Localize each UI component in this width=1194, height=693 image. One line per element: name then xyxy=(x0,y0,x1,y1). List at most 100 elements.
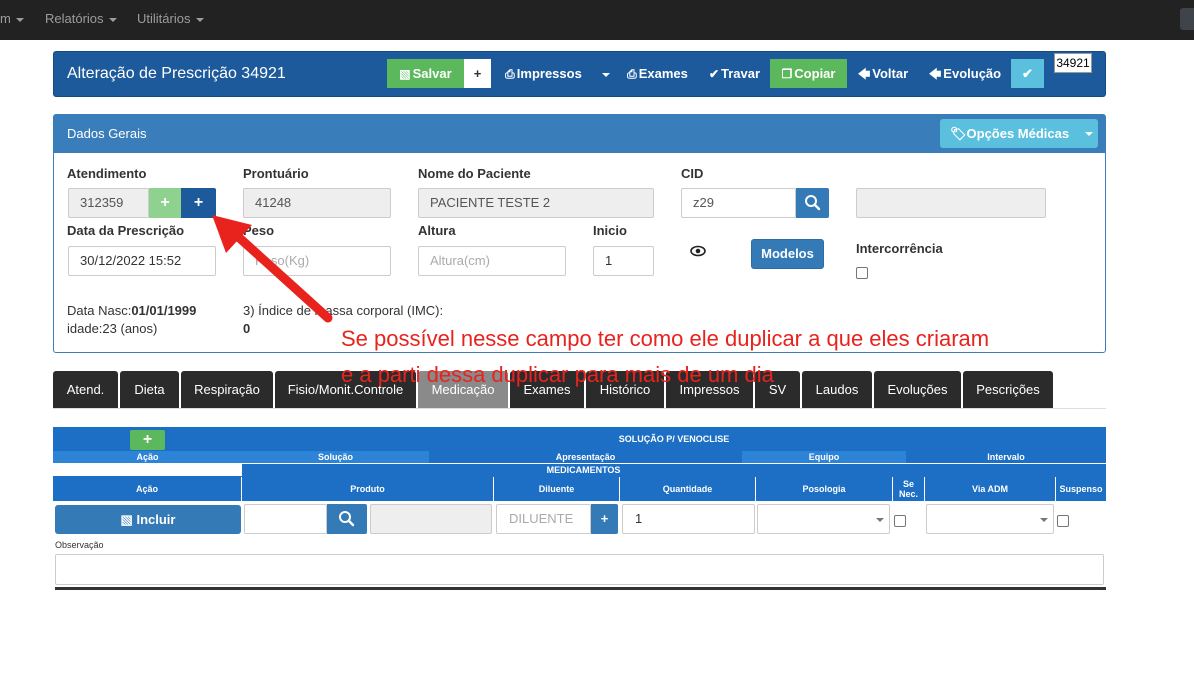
atendimento-label: Atendimento xyxy=(67,166,147,181)
nav-menu-first[interactable]: m xyxy=(0,11,25,26)
solucao-acao-label: Ação xyxy=(53,451,242,463)
col-acao: Ação xyxy=(53,477,242,501)
travar-button[interactable]: ✔ Travar xyxy=(699,59,770,88)
add-solucao-button[interactable]: + xyxy=(130,430,165,450)
col-diluente: Diluente xyxy=(494,477,620,501)
via-adm-select[interactable] xyxy=(926,504,1054,534)
tab-laudos[interactable]: Laudos xyxy=(802,371,872,408)
copiar-button[interactable]: ❐ Copiar xyxy=(770,59,847,88)
chevron-down-icon xyxy=(1040,518,1048,522)
altura-field[interactable]: Altura(cm) xyxy=(418,246,566,276)
diluente-add-button[interactable]: + xyxy=(591,504,618,534)
arrow-left-icon: 🡄 xyxy=(928,67,942,81)
exames-button[interactable]: ⎙ Exames xyxy=(616,59,699,88)
plus-icon: + xyxy=(600,511,609,526)
paciente-field[interactable]: PACIENTE TESTE 2 xyxy=(418,188,654,218)
arrow-left-icon: 🡄 xyxy=(857,67,871,81)
prescription-header: Alteração de Prescrição 34921 ▧ Salvar + … xyxy=(53,51,1106,97)
observacao-label: Observação xyxy=(55,540,104,550)
data-prescricao-label: Data da Prescrição xyxy=(67,223,185,238)
cid-field[interactable]: z29 xyxy=(681,188,796,218)
eye-icon-shape xyxy=(690,245,706,257)
navbar-user-button[interactable] xyxy=(1180,8,1194,30)
prescription-number-badge: 34921 xyxy=(1054,53,1092,73)
col-se-nec-line2: Nec. xyxy=(898,489,918,499)
evolucao-button-label: Evolução xyxy=(943,66,1002,81)
save-icon: ▧ xyxy=(120,512,133,527)
quantidade-field[interactable]: 1 xyxy=(622,504,755,534)
print-icon: ⎙ xyxy=(627,67,637,81)
observacao-field[interactable] xyxy=(55,554,1104,585)
chevron-down-icon xyxy=(876,518,884,522)
nav-menu-relatorios-label: Relatórios xyxy=(45,11,104,26)
produto-field[interactable] xyxy=(244,504,327,534)
exames-button-label: Exames xyxy=(638,66,688,81)
tab-respiracao[interactable]: Respiração xyxy=(181,371,273,408)
cid-search-button[interactable] xyxy=(796,188,829,218)
cid-description-field[interactable] xyxy=(856,188,1046,218)
tab-evolucoes[interactable]: Evoluções xyxy=(874,371,961,408)
se-nec-checkbox[interactable] xyxy=(894,515,906,527)
check-icon: ✔ xyxy=(708,67,719,81)
panel-header: Dados Gerais 🏷Opções Médicas xyxy=(54,115,1105,153)
intercorrencia-label: Intercorrência xyxy=(856,241,943,256)
check-icon: ✔ xyxy=(1022,66,1033,81)
impressos-button-label: Impressos xyxy=(516,66,582,81)
search-icon xyxy=(339,511,355,527)
annotation-line-1: Se possível nesse campo ter como ele dup… xyxy=(341,326,990,351)
intercorrencia-checkbox[interactable] xyxy=(856,267,868,279)
altura-label: Altura xyxy=(418,223,456,238)
evolucao-button[interactable]: 🡄 Evolução xyxy=(919,59,1011,88)
confirm-button[interactable]: ✔ xyxy=(1011,59,1044,88)
nav-menu-utilitarios-label: Utilitários xyxy=(137,11,191,26)
col-suspenso: Suspenso xyxy=(1056,477,1106,501)
paciente-label: Nome do Paciente xyxy=(418,166,531,181)
page-title: Alteração de Prescrição 34921 xyxy=(67,65,286,82)
search-icon xyxy=(805,195,821,211)
posologia-select[interactable] xyxy=(757,504,890,534)
data-nasc-label: Data Nasc: xyxy=(67,303,132,318)
inicio-field[interactable]: 1 xyxy=(593,246,654,276)
prontuario-label: Prontuário xyxy=(243,166,309,181)
tag-icon: 🏷 xyxy=(950,126,967,141)
chevron-down-icon xyxy=(1085,132,1093,136)
produto-description-field[interactable] xyxy=(370,504,492,534)
diluente-field[interactable]: DILUENTE xyxy=(496,504,591,534)
voltar-button[interactable]: 🡄 Voltar xyxy=(847,59,919,88)
col-se-nec: Se Nec. xyxy=(893,477,925,501)
col-via-adm: Via ADM xyxy=(925,477,1056,501)
save-button[interactable]: ▧ Salvar xyxy=(387,59,464,88)
atendimento-field[interactable]: 312359 xyxy=(68,188,149,218)
suspenso-checkbox[interactable] xyxy=(1057,515,1069,527)
nav-menu-first-label: m xyxy=(0,11,11,26)
solucao-venoclise-header: SOLUÇÃO P/ VENOCLISE xyxy=(242,427,1106,451)
nav-menu-utilitarios[interactable]: Utilitários xyxy=(137,11,205,26)
add-atendimento-button[interactable]: + xyxy=(149,188,181,218)
add-button[interactable]: + xyxy=(464,59,491,88)
data-prescricao-field[interactable]: 30/12/2022 15:52 xyxy=(68,246,216,276)
inicio-label: Inicio xyxy=(593,223,627,238)
tab-prescricoes[interactable]: Pescrições xyxy=(963,371,1053,408)
top-navbar: m Relatórios Utilitários xyxy=(0,0,1194,40)
medicamentos-header-right xyxy=(925,464,1106,477)
cid-label: CID xyxy=(681,166,704,181)
solucao-acao-header: + xyxy=(53,427,242,451)
plus-icon: + xyxy=(142,431,153,448)
annotation-line-2: e a parti dessa duplicar para mais de um… xyxy=(341,362,774,387)
chevron-down-icon xyxy=(16,17,25,22)
arrow-pointer xyxy=(212,215,333,323)
panel-title: Dados Gerais xyxy=(67,126,147,141)
save-button-label: Salvar xyxy=(412,66,452,81)
opcoes-medicas-button[interactable]: 🏷Opções Médicas xyxy=(940,119,1098,148)
modelos-button[interactable]: Modelos xyxy=(751,239,824,269)
tab-atend[interactable]: Atend. xyxy=(53,371,118,408)
produto-search-button[interactable] xyxy=(327,504,367,534)
eye-icon[interactable] xyxy=(690,244,706,260)
nav-menu-relatorios[interactable]: Relatórios xyxy=(45,11,118,26)
incluir-button[interactable]: ▧ Incluir xyxy=(55,505,241,534)
tab-dieta[interactable]: Dieta xyxy=(120,371,179,408)
impressos-button[interactable]: ⎙ Impressos xyxy=(491,59,596,88)
medicamentos-header: MEDICAMENTOS xyxy=(242,464,925,477)
impressos-dropdown-button[interactable] xyxy=(596,59,616,88)
medicamentos-spacer xyxy=(53,464,242,477)
